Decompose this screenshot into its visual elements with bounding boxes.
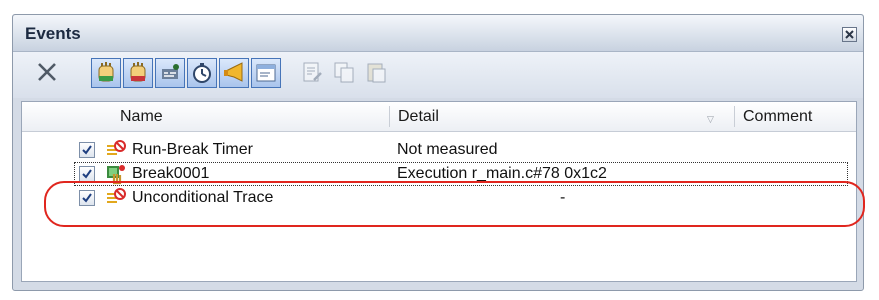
action-event-button[interactable] <box>219 58 249 88</box>
output-icon <box>256 64 276 82</box>
row-checkbox[interactable] <box>79 142 95 158</box>
software-break-button[interactable] <box>123 58 153 88</box>
table-row[interactable]: Run-Break Timer Not measured <box>22 138 856 162</box>
column-header-name[interactable]: Name <box>114 102 384 131</box>
checkmark-icon <box>82 169 92 179</box>
events-panel: Events Name Detail ▽ Comment Run-Break T… <box>12 14 864 291</box>
panel-title: Events <box>25 24 81 43</box>
timer-button[interactable] <box>187 58 217 88</box>
column-header: Name Detail ▽ Comment <box>22 102 856 132</box>
hardware-break-icon <box>98 62 114 82</box>
sort-indicator-icon: ▽ <box>707 114 714 124</box>
column-header-detail[interactable]: Detail <box>392 102 722 131</box>
software-break-icon <box>130 62 146 82</box>
event-name: Run-Break Timer <box>132 141 253 158</box>
row-checkbox[interactable] <box>79 166 95 182</box>
column-header-comment[interactable]: Comment <box>737 102 855 131</box>
checkmark-icon <box>82 145 92 155</box>
close-button[interactable] <box>842 27 857 42</box>
output-button[interactable] <box>251 58 281 88</box>
trace-button[interactable] <box>155 58 185 88</box>
toolbar <box>13 52 863 98</box>
copy-event-icon <box>334 62 354 83</box>
event-detail: Not measured <box>397 141 498 158</box>
delete-button[interactable] <box>33 58 63 88</box>
panel-titlebar: Events <box>13 15 863 52</box>
timer-icon <box>193 63 211 83</box>
run-break-timer-icon <box>105 139 127 161</box>
edit-condition-icon <box>303 62 322 82</box>
hardware-break-button[interactable] <box>91 58 121 88</box>
paste-event-icon <box>367 63 386 83</box>
delete-icon <box>38 63 56 81</box>
copy-event-button[interactable] <box>330 58 360 88</box>
highlight-annotation <box>44 181 865 227</box>
trace-icon <box>162 64 179 79</box>
edit-condition-button[interactable] <box>298 58 328 88</box>
action-event-icon <box>224 62 243 82</box>
close-icon <box>845 30 854 39</box>
paste-event-button[interactable] <box>362 58 392 88</box>
